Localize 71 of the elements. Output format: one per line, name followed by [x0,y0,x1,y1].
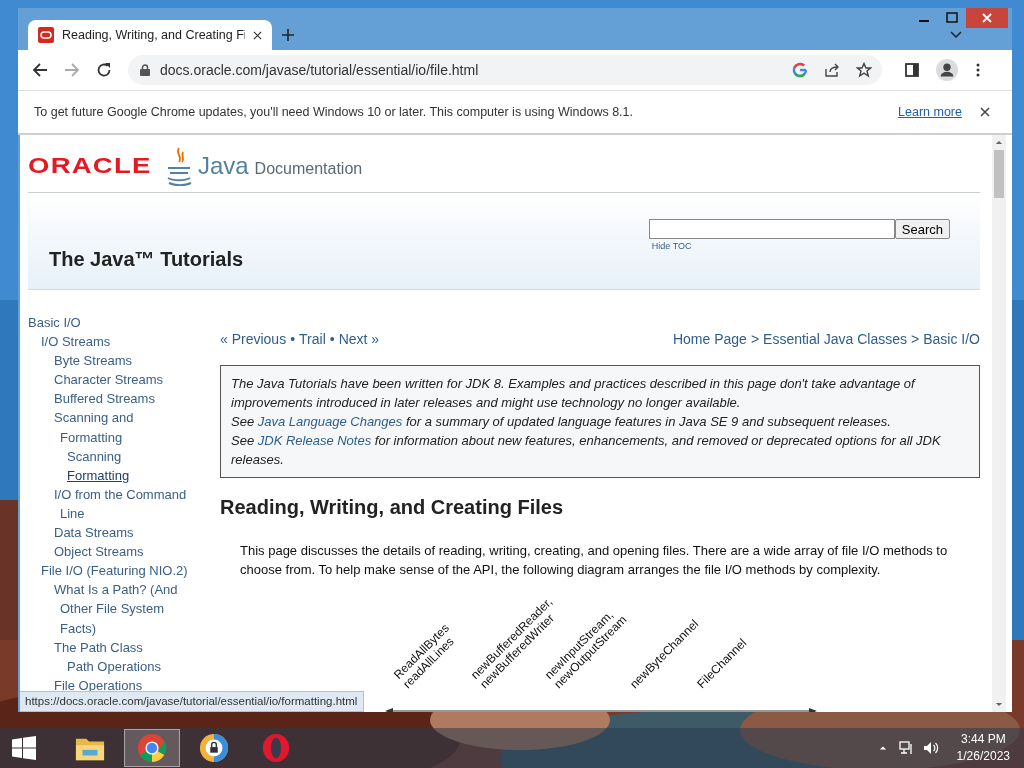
doc-link[interactable]: Java Language Changes [257,414,403,429]
note-text: The Java Tutorials have been written for JDK 8. Examples and practices described in this page don't take advantage of improvements introduced in later releases and might use technology no longer available. [231,375,917,412]
caret-up-icon[interactable] [878,745,887,751]
separator: • [329,331,335,347]
side-panel-icon[interactable] [904,62,920,78]
site-title: The Java™ Tutorials [49,247,244,271]
scroll-up-icon[interactable] [995,140,1003,145]
separator: > [911,331,920,347]
close-icon[interactable] [253,30,262,40]
share-icon[interactable] [824,62,840,78]
toc-link[interactable]: Buffered Streams [54,389,190,409]
toc-link[interactable]: Scanning and Formatting [54,408,190,447]
speaker-icon[interactable] [922,740,939,756]
note-text: See JDK Release Notes for information about new features, enhancements, and removed or deprecated options for all JDK releases. [231,432,942,469]
back-icon[interactable] [32,62,48,78]
address-bar[interactable]: docs.oracle.com/javase/tutorial/essential/io/file.html [128,55,882,85]
browser-tab[interactable]: Reading, Writing, and Creating Fi [28,20,272,50]
toc-link[interactable]: File I/O (Featuring NIO.2) [41,561,190,581]
toc-link[interactable]: Formatting [67,465,190,485]
breadcrumb-link[interactable]: Home Page [672,331,747,347]
search-field[interactable] [648,219,895,239]
toc-link[interactable]: I/O from the Command Line [54,484,190,524]
windows-start-icon[interactable] [12,736,36,760]
java-logo: Java [197,151,249,180]
toc-link[interactable]: Character Streams [54,370,190,390]
doc-link[interactable]: JDK Release Notes [257,433,372,448]
chrome-icon [137,733,167,763]
documentation-label: Documentation [254,159,363,178]
lock-icon [140,64,150,76]
star-icon[interactable] [856,62,872,78]
learn-more-link[interactable]: Learn more [898,105,962,119]
close-window-icon[interactable] [966,8,1008,28]
intro-text: This page discusses the details of reading, writing, creating, and opening files. There are a wide array of file I/O methods to choose from. To help make sense of the API, the following diagram arranges the file I/O methods by complexity. [240,542,949,579]
toc-link[interactable]: Basic I/O [28,313,190,333]
profile-icon[interactable] [936,59,958,81]
clock-date[interactable]: 1/26/2023 [956,748,1010,765]
network-icon[interactable] [898,740,915,756]
close-icon[interactable] [980,107,990,117]
toc-link[interactable]: Object Streams [54,542,190,562]
nav-link[interactable]: Trail [299,331,326,347]
oracle-logo[interactable]: ORACLE [28,152,152,179]
separator: • [290,331,296,347]
nav-link[interactable]: Next » [338,331,380,347]
toc-link[interactable]: Path Operations [67,656,190,676]
toc-link[interactable]: Data Streams [54,523,190,543]
page-heading: Reading, Writing, and Creating Files [220,496,564,519]
toc-link[interactable]: What Is a Path? (And Other File System Facts) [54,580,190,638]
reload-icon[interactable] [96,62,112,78]
google-icon[interactable] [792,62,808,78]
ring-logo-icon [261,733,291,763]
favicon-icon [38,27,54,43]
new-tab-icon[interactable] [282,29,294,41]
note-text: See Java Language Changes for a summary of updated language features in Java SE 9 and subsequent releases. [231,413,892,431]
toc-link[interactable]: I/O Streams [41,332,190,352]
toc-link[interactable]: Byte Streams [54,351,190,371]
breadcrumb-link[interactable]: Essential Java Classes [763,331,907,347]
lock-circle-icon [199,733,229,763]
scroll-down-icon[interactable] [995,702,1003,707]
nav-link[interactable]: « Previous [220,331,287,347]
status-url: https://docs.oracle.com/javase/tutorial/essential/io/formatting.html [20,691,365,712]
scrollbar[interactable] [992,135,1006,712]
search-button[interactable]: Search [894,219,950,239]
hide-toc-link[interactable]: Hide TOC [651,241,950,251]
chevron-down-icon[interactable] [950,31,962,39]
update-message: To get future Google Chrome updates, you'll need Windows 10 or later. This computer is using Windows 8.1. [34,105,633,119]
scroll-thumb[interactable] [994,150,1004,198]
separator: > [750,331,760,347]
toc-link[interactable]: The Path Class [54,637,190,657]
toc-link[interactable]: Scanning [67,446,190,466]
clock-time[interactable]: 3:44 PM [960,731,1006,748]
breadcrumb-link[interactable]: Basic I/O [923,331,980,347]
